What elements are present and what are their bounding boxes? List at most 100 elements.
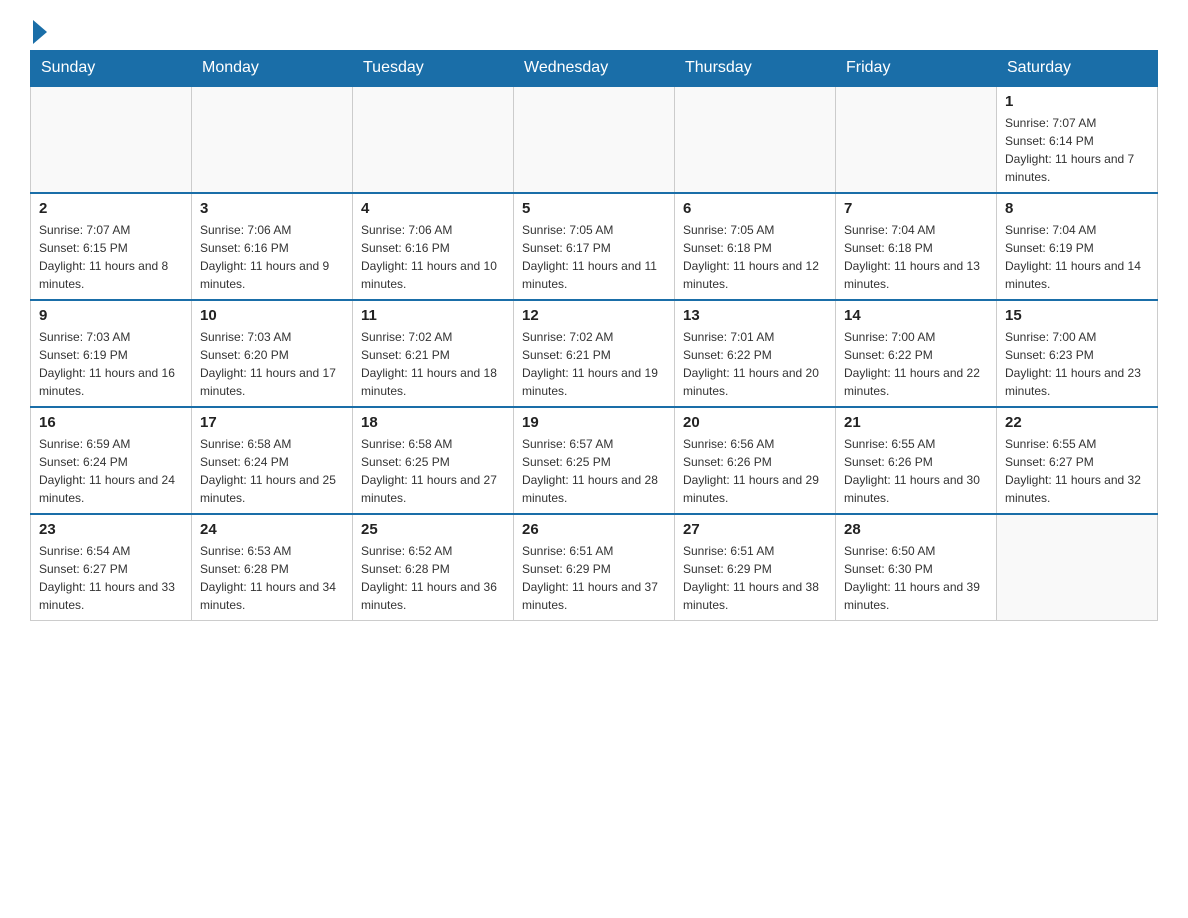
calendar-week-row: 23 Sunrise: 6:54 AMSunset: 6:27 PMDayligh… bbox=[31, 514, 1158, 621]
day-number: 2 bbox=[39, 200, 183, 217]
day-number: 13 bbox=[683, 307, 827, 324]
calendar-week-row: 9 Sunrise: 7:03 AMSunset: 6:19 PMDaylight… bbox=[31, 300, 1158, 407]
calendar-day-cell bbox=[514, 86, 675, 193]
calendar-day-cell: 4 Sunrise: 7:06 AMSunset: 6:16 PMDaylight… bbox=[353, 193, 514, 300]
day-info: Sunrise: 7:02 AMSunset: 6:21 PMDaylight:… bbox=[361, 328, 505, 400]
logo-triangle-icon bbox=[33, 20, 47, 44]
day-info: Sunrise: 7:07 AMSunset: 6:14 PMDaylight:… bbox=[1005, 114, 1149, 186]
calendar-day-header: Wednesday bbox=[514, 51, 675, 87]
day-number: 22 bbox=[1005, 414, 1149, 431]
calendar-day-header: Thursday bbox=[675, 51, 836, 87]
day-number: 18 bbox=[361, 414, 505, 431]
calendar-day-cell: 20 Sunrise: 6:56 AMSunset: 6:26 PMDayligh… bbox=[675, 407, 836, 514]
day-info: Sunrise: 6:50 AMSunset: 6:30 PMDaylight:… bbox=[844, 542, 988, 614]
logo bbox=[30, 20, 47, 40]
day-info: Sunrise: 7:07 AMSunset: 6:15 PMDaylight:… bbox=[39, 221, 183, 293]
calendar-day-cell: 7 Sunrise: 7:04 AMSunset: 6:18 PMDaylight… bbox=[836, 193, 997, 300]
calendar-day-cell: 11 Sunrise: 7:02 AMSunset: 6:21 PMDayligh… bbox=[353, 300, 514, 407]
day-number: 11 bbox=[361, 307, 505, 324]
day-number: 3 bbox=[200, 200, 344, 217]
day-number: 8 bbox=[1005, 200, 1149, 217]
calendar-day-cell: 2 Sunrise: 7:07 AMSunset: 6:15 PMDaylight… bbox=[31, 193, 192, 300]
calendar-day-cell: 26 Sunrise: 6:51 AMSunset: 6:29 PMDayligh… bbox=[514, 514, 675, 621]
day-number: 1 bbox=[1005, 93, 1149, 110]
calendar-day-cell: 8 Sunrise: 7:04 AMSunset: 6:19 PMDaylight… bbox=[997, 193, 1158, 300]
calendar-day-cell: 27Sunrise: 6:51 AMSunset: 6:29 PMDayligh… bbox=[675, 514, 836, 621]
calendar-day-cell: 17 Sunrise: 6:58 AMSunset: 6:24 PMDayligh… bbox=[192, 407, 353, 514]
day-number: 20 bbox=[683, 414, 827, 431]
day-number: 15 bbox=[1005, 307, 1149, 324]
calendar-day-cell bbox=[675, 86, 836, 193]
day-number: 12 bbox=[522, 307, 666, 324]
calendar-day-cell bbox=[353, 86, 514, 193]
day-info: Sunrise: 7:05 AMSunset: 6:18 PMDaylight:… bbox=[683, 221, 827, 293]
calendar-day-cell: 16 Sunrise: 6:59 AMSunset: 6:24 PMDayligh… bbox=[31, 407, 192, 514]
day-number: 21 bbox=[844, 414, 988, 431]
calendar-day-header: Saturday bbox=[997, 51, 1158, 87]
calendar-day-cell bbox=[192, 86, 353, 193]
calendar-day-cell bbox=[997, 514, 1158, 621]
calendar-day-header: Tuesday bbox=[353, 51, 514, 87]
calendar-day-cell: 28 Sunrise: 6:50 AMSunset: 6:30 PMDayligh… bbox=[836, 514, 997, 621]
day-number: 9 bbox=[39, 307, 183, 324]
calendar-day-cell: 9 Sunrise: 7:03 AMSunset: 6:19 PMDaylight… bbox=[31, 300, 192, 407]
day-number: 6 bbox=[683, 200, 827, 217]
day-info: Sunrise: 7:01 AMSunset: 6:22 PMDaylight:… bbox=[683, 328, 827, 400]
day-info: Sunrise: 6:58 AMSunset: 6:24 PMDaylight:… bbox=[200, 435, 344, 507]
calendar-header-row: SundayMondayTuesdayWednesdayThursdayFrid… bbox=[31, 51, 1158, 87]
day-number: 19 bbox=[522, 414, 666, 431]
calendar-day-cell: 5 Sunrise: 7:05 AMSunset: 6:17 PMDaylight… bbox=[514, 193, 675, 300]
day-number: 26 bbox=[522, 521, 666, 538]
day-number: 23 bbox=[39, 521, 183, 538]
day-number: 5 bbox=[522, 200, 666, 217]
calendar-week-row: 2 Sunrise: 7:07 AMSunset: 6:15 PMDaylight… bbox=[31, 193, 1158, 300]
day-info: Sunrise: 7:03 AMSunset: 6:20 PMDaylight:… bbox=[200, 328, 344, 400]
day-number: 28 bbox=[844, 521, 988, 538]
day-number: 16 bbox=[39, 414, 183, 431]
calendar-day-cell bbox=[836, 86, 997, 193]
day-number: 4 bbox=[361, 200, 505, 217]
day-info: Sunrise: 6:55 AMSunset: 6:27 PMDaylight:… bbox=[1005, 435, 1149, 507]
calendar-day-header: Friday bbox=[836, 51, 997, 87]
calendar-week-row: 16 Sunrise: 6:59 AMSunset: 6:24 PMDayligh… bbox=[31, 407, 1158, 514]
calendar-day-cell: 23 Sunrise: 6:54 AMSunset: 6:27 PMDayligh… bbox=[31, 514, 192, 621]
day-info: Sunrise: 7:02 AMSunset: 6:21 PMDaylight:… bbox=[522, 328, 666, 400]
day-info: Sunrise: 6:53 AMSunset: 6:28 PMDaylight:… bbox=[200, 542, 344, 614]
calendar-day-cell: 21 Sunrise: 6:55 AMSunset: 6:26 PMDayligh… bbox=[836, 407, 997, 514]
calendar-day-cell: 1 Sunrise: 7:07 AMSunset: 6:14 PMDaylight… bbox=[997, 86, 1158, 193]
day-number: 14 bbox=[844, 307, 988, 324]
day-info: Sunrise: 7:05 AMSunset: 6:17 PMDaylight:… bbox=[522, 221, 666, 293]
day-info: Sunrise: 7:06 AMSunset: 6:16 PMDaylight:… bbox=[361, 221, 505, 293]
calendar-day-header: Monday bbox=[192, 51, 353, 87]
calendar-day-cell: 13 Sunrise: 7:01 AMSunset: 6:22 PMDayligh… bbox=[675, 300, 836, 407]
day-info: Sunrise: 7:06 AMSunset: 6:16 PMDaylight:… bbox=[200, 221, 344, 293]
day-info: Sunrise: 6:52 AMSunset: 6:28 PMDaylight:… bbox=[361, 542, 505, 614]
day-number: 17 bbox=[200, 414, 344, 431]
calendar-week-row: 1 Sunrise: 7:07 AMSunset: 6:14 PMDaylight… bbox=[31, 86, 1158, 193]
calendar-day-cell: 24 Sunrise: 6:53 AMSunset: 6:28 PMDayligh… bbox=[192, 514, 353, 621]
calendar-day-cell: 3 Sunrise: 7:06 AMSunset: 6:16 PMDaylight… bbox=[192, 193, 353, 300]
calendar-day-cell: 14 Sunrise: 7:00 AMSunset: 6:22 PMDayligh… bbox=[836, 300, 997, 407]
calendar-day-cell: 10 Sunrise: 7:03 AMSunset: 6:20 PMDayligh… bbox=[192, 300, 353, 407]
calendar-day-cell: 6 Sunrise: 7:05 AMSunset: 6:18 PMDaylight… bbox=[675, 193, 836, 300]
calendar-day-cell: 18 Sunrise: 6:58 AMSunset: 6:25 PMDayligh… bbox=[353, 407, 514, 514]
page-header bbox=[30, 20, 1158, 40]
day-number: 25 bbox=[361, 521, 505, 538]
day-info: Sunrise: 6:51 AMSunset: 6:29 PMDaylight:… bbox=[522, 542, 666, 614]
day-info: Sunrise: 6:58 AMSunset: 6:25 PMDaylight:… bbox=[361, 435, 505, 507]
day-info: Sunrise: 7:03 AMSunset: 6:19 PMDaylight:… bbox=[39, 328, 183, 400]
calendar-day-cell: 19 Sunrise: 6:57 AMSunset: 6:25 PMDayligh… bbox=[514, 407, 675, 514]
day-info: Sunrise: 7:00 AMSunset: 6:22 PMDaylight:… bbox=[844, 328, 988, 400]
day-info: Sunrise: 6:54 AMSunset: 6:27 PMDaylight:… bbox=[39, 542, 183, 614]
day-info: Sunrise: 7:04 AMSunset: 6:18 PMDaylight:… bbox=[844, 221, 988, 293]
day-info: Sunrise: 6:57 AMSunset: 6:25 PMDaylight:… bbox=[522, 435, 666, 507]
day-number: 24 bbox=[200, 521, 344, 538]
calendar-day-header: Sunday bbox=[31, 51, 192, 87]
day-info: Sunrise: 6:59 AMSunset: 6:24 PMDaylight:… bbox=[39, 435, 183, 507]
day-info: Sunrise: 6:55 AMSunset: 6:26 PMDaylight:… bbox=[844, 435, 988, 507]
day-number: 10 bbox=[200, 307, 344, 324]
day-number: 7 bbox=[844, 200, 988, 217]
day-info: Sunrise: 7:04 AMSunset: 6:19 PMDaylight:… bbox=[1005, 221, 1149, 293]
day-info: Sunrise: 6:56 AMSunset: 6:26 PMDaylight:… bbox=[683, 435, 827, 507]
calendar-day-cell: 22 Sunrise: 6:55 AMSunset: 6:27 PMDayligh… bbox=[997, 407, 1158, 514]
